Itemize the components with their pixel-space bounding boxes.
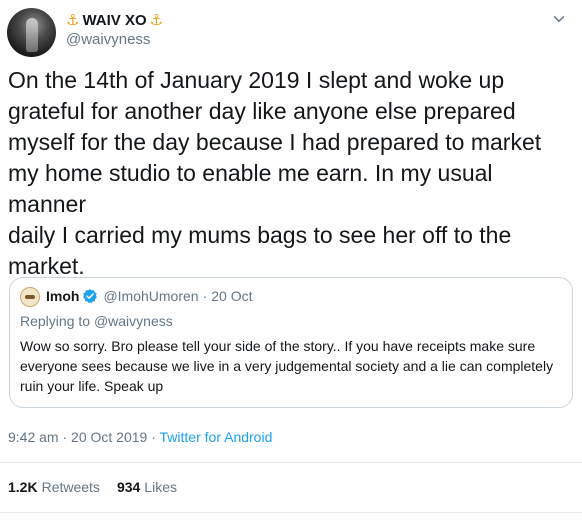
quoted-author-handle[interactable]: @ImohUmoren (103, 288, 198, 304)
likes-count: 934 (116, 479, 141, 495)
separator-dot: · (62, 429, 72, 445)
verified-badge-icon (83, 289, 98, 304)
tweet-meta: 9:42 am · 20 Oct 2019 · Twitter for Andr… (8, 429, 272, 445)
tweet-stats: 1.2K Retweets 934 Likes (8, 479, 194, 495)
replying-to-mention[interactable]: @waivyness (94, 313, 173, 329)
quoted-tweet[interactable]: Imoh @ImohUmoren · 20 Oct Replying to @w… (9, 277, 573, 408)
tweet-time[interactable]: 9:42 am (8, 429, 59, 445)
likes-label: Likes (144, 479, 177, 495)
tweet-date[interactable]: 20 Oct 2019 (71, 429, 147, 445)
author-display-name[interactable]: WAIV XO (82, 12, 146, 29)
author-handle[interactable]: @waivyness (66, 31, 150, 48)
anchor-icon: ⚓ (149, 11, 164, 29)
quoted-header: Imoh @ImohUmoren · 20 Oct (46, 288, 253, 304)
quoted-tweet-text: Wow so sorry. Bro please tell your side … (20, 338, 554, 394)
quoted-author-name[interactable]: Imoh (46, 288, 79, 304)
anchor-icon: ⚓ (66, 11, 80, 29)
tweet-source-link[interactable]: Twitter for Android (160, 429, 273, 445)
separator-dot: · (151, 429, 160, 445)
divider (0, 462, 582, 463)
tweet-card: ⚓ WAIV XO ⚓ @waivyness On the 14th of Ja… (0, 0, 582, 526)
retweets-label: Retweets (41, 479, 100, 495)
separator-dot: · (202, 288, 208, 304)
quoted-replying-to: Replying to @waivyness (20, 313, 173, 329)
avatar[interactable] (7, 8, 56, 57)
quoted-date[interactable]: 20 Oct (211, 288, 252, 304)
chevron-down-icon[interactable] (550, 10, 568, 28)
likes-stat[interactable]: 934 Likes (117, 479, 177, 495)
quoted-avatar[interactable] (20, 287, 40, 307)
divider (0, 512, 582, 513)
tweet-text: On the 14th of January 2019 I slept and … (8, 67, 542, 279)
retweets-stat[interactable]: 1.2K Retweets (8, 479, 100, 495)
avatar-figure (26, 18, 38, 52)
author-name-row[interactable]: ⚓ WAIV XO ⚓ (66, 9, 163, 31)
retweets-count: 1.2K (8, 479, 38, 495)
replying-to-label: Replying to (20, 313, 94, 329)
